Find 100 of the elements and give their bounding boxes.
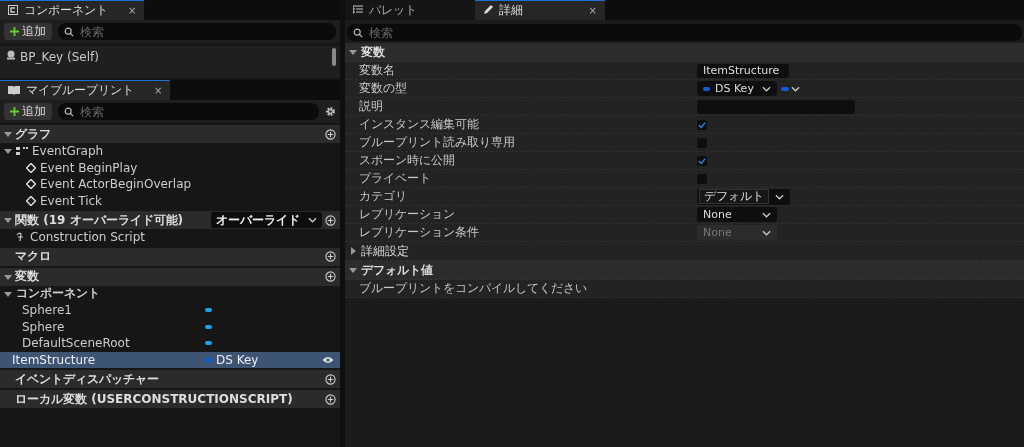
variable-row[interactable]: ItemStructure DS Key [0,351,340,368]
collapse-arrow-icon[interactable] [4,147,12,156]
property-label: レプリケーション条件 [358,224,480,241]
actor-icon [6,50,16,60]
event-icon [26,162,36,173]
tree-item[interactable]: Event ActorBeginOverlap [40,177,192,192]
section-title: デフォルト値 [361,261,433,279]
section-header[interactable]: 変数 [345,43,1024,62]
container-type-dropdown[interactable] [781,85,800,92]
category-combo[interactable]: デフォルト [697,188,790,205]
property-label: カテゴリ [358,188,408,205]
event-icon [26,179,36,190]
collapse-arrow-icon[interactable] [4,272,12,281]
variable-name: ItemStructure [12,352,96,367]
property-label: ブループリント読み取り専用 [358,134,516,151]
description-field[interactable] [697,99,855,114]
book-icon [8,85,20,95]
property-label: 変数名 [358,62,396,79]
chevron-icon [762,85,771,92]
property-label: プライベート [358,170,432,187]
override-dropdown[interactable]: オーバーライド [211,212,322,228]
collapse-arrow-icon[interactable] [349,266,357,274]
event-icon [26,195,36,206]
collapse-arrow-icon[interactable] [349,48,357,56]
section-header[interactable]: ローカル変数 (USERCONSTRUCTIONSCRIPT) [0,390,340,408]
section-title: グラフ [15,125,51,143]
search-field[interactable]: 検索 [347,24,1022,41]
dropdown[interactable]: None [697,207,777,222]
component-icon [8,5,18,15]
variable-row[interactable]: DefaultSceneRoot [0,335,340,352]
section-title: 詳細設定 [361,242,409,260]
property-label: 説明 [358,98,384,115]
checkbox[interactable] [697,155,707,166]
chevron-icon [775,193,784,200]
panel-tab[interactable]: パレット [345,0,475,20]
section-header[interactable]: イベントディスパッチャー [0,370,340,388]
add-icon[interactable] [325,214,336,226]
variable-row[interactable]: Sphere1 [0,302,340,319]
tree-item[interactable]: Event Tick [40,193,103,208]
variable-name: Sphere1 [22,303,72,318]
chevron-icon [762,229,771,236]
pencil-icon [483,5,493,15]
section-header[interactable]: 詳細設定 [345,242,1024,261]
chevron-icon [791,85,800,92]
add-icon[interactable] [325,128,336,140]
add-icon[interactable] [325,373,336,385]
list-icon [353,5,363,15]
close-icon[interactable]: × [114,4,137,16]
function-icon [16,232,26,243]
section-title: 変数 [361,43,385,61]
section-header[interactable]: 変数 [0,267,340,286]
add-icon[interactable] [325,393,336,405]
expand-arrow-icon[interactable] [349,247,357,255]
variable-name: Sphere [22,319,65,334]
panel-tab[interactable]: コンポーネント × [0,0,145,20]
property-label: レプリケーション [358,206,456,223]
component-item[interactable]: BP_Key (Self) [20,50,99,64]
collapse-arrow-icon[interactable] [4,216,12,224]
compile-message: ブループリントをコンパイルしてください [358,280,588,297]
add-icon[interactable] [325,271,336,282]
variable-name: DefaultSceneRoot [22,336,130,351]
search-field[interactable]: 検索 [58,23,336,40]
chevron-icon [762,211,771,218]
close-icon[interactable]: × [574,4,597,16]
checkbox[interactable] [697,119,707,130]
plus-icon [10,107,19,116]
tree-item[interactable]: EventGraph [32,144,104,159]
collapse-arrow-icon[interactable] [4,130,12,138]
section-title: ローカル変数 (USERCONSTRUCTIONSCRIPT) [15,390,293,408]
section-header[interactable]: 関数 (19 オーバーライド可能) オーバーライド [0,211,340,229]
chevron-icon [308,217,317,223]
search-field[interactable]: 検索 [58,103,319,120]
add-button[interactable]: 追加 [4,23,52,40]
type-dropdown[interactable]: DS Key [697,81,777,96]
section-title: イベントディスパッチャー [15,370,159,388]
property-label: インスタンス編集可能 [358,116,480,133]
variable-type: DS Key [216,352,259,367]
section-title: マクロ [15,248,51,265]
add-button[interactable]: 追加 [4,103,52,120]
tree-item[interactable]: Construction Script [30,230,146,245]
eye-icon[interactable] [322,355,334,364]
graph-icon [16,146,28,157]
section-header[interactable]: デフォルト値 [345,261,1024,280]
category-label[interactable]: コンポーネント [16,285,100,303]
add-icon[interactable] [325,251,336,262]
settings-icon[interactable] [325,106,336,117]
close-icon[interactable]: × [140,84,163,96]
section-header[interactable]: マクロ [0,247,340,266]
tree-item[interactable]: Event BeginPlay [40,160,138,175]
panel-tab[interactable]: マイブループリント × [0,80,171,100]
variable-row[interactable]: Sphere [0,318,340,335]
collapse-arrow-icon[interactable] [4,289,12,298]
property-label: スポーン時に公開 [358,152,456,169]
property-label: 変数の型 [358,80,408,97]
section-title: 変数 [15,268,39,285]
plus-icon [10,27,19,36]
section-title: 関数 (19 オーバーライド可能) [15,211,184,229]
panel-tab[interactable]: 詳細 × [475,0,605,20]
text-field[interactable]: ItemStructure [697,63,789,78]
section-header[interactable]: グラフ [0,125,340,143]
